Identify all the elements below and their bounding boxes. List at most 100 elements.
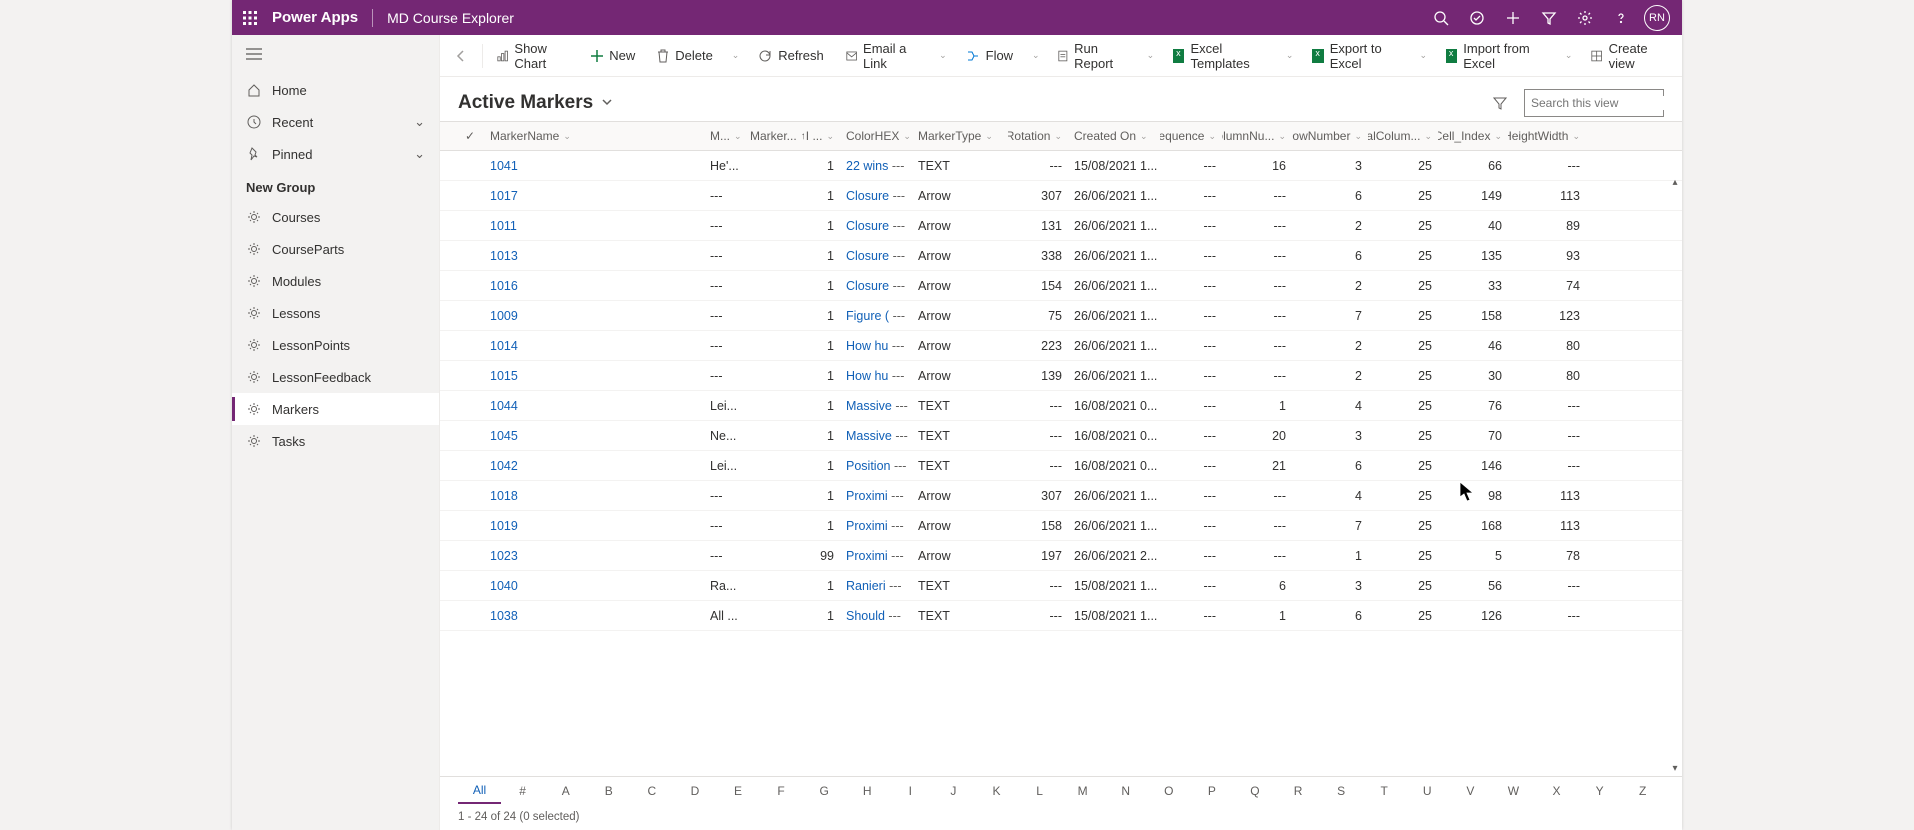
table-row[interactable]: 1009---1Figure ( ---Arrow7526/06/2021 1.… — [440, 301, 1682, 331]
marker-name-link[interactable]: 1040 — [490, 579, 518, 593]
flow-button[interactable]: Flow — [956, 40, 1023, 72]
email-link-button[interactable]: Email a Link — [836, 40, 931, 72]
alpha-filter-c[interactable]: C — [630, 777, 673, 804]
sidebar-item-lessonpoints[interactable]: LessonPoints — [232, 329, 439, 361]
add-icon[interactable] — [1496, 1, 1530, 35]
table-row[interactable]: 1017---1Closure ---Arrow30726/06/2021 1.… — [440, 181, 1682, 211]
show-chart-button[interactable]: Show Chart — [487, 40, 579, 72]
run-report-split[interactable]: ⌄ — [1140, 40, 1161, 72]
refresh-button[interactable]: Refresh — [748, 40, 834, 72]
table-row[interactable]: 1011---1Closure ---Arrow13126/06/2021 1.… — [440, 211, 1682, 241]
nav-pinned[interactable]: Pinned ⌄ — [232, 138, 439, 170]
alpha-filter-v[interactable]: V — [1449, 777, 1492, 804]
alpha-filter-u[interactable]: U — [1406, 777, 1449, 804]
table-row[interactable]: 1016---1Closure ---Arrow15426/06/2021 1.… — [440, 271, 1682, 301]
col-header-createdon[interactable]: Created On⌄ — [1068, 129, 1160, 143]
marker-name-link[interactable]: 1009 — [490, 309, 518, 323]
marker-name-link[interactable]: 1016 — [490, 279, 518, 293]
alpha-filter-j[interactable]: J — [932, 777, 975, 804]
view-selector-chevron[interactable] — [601, 96, 613, 111]
help-icon[interactable] — [1604, 1, 1638, 35]
table-row[interactable]: 1018---1Proximi ---Arrow30726/06/2021 1.… — [440, 481, 1682, 511]
alpha-filter-d[interactable]: D — [673, 777, 716, 804]
marker-name-link[interactable]: 1023 — [490, 549, 518, 563]
alpha-filter-all[interactable]: All — [458, 777, 501, 804]
excel-templates-split[interactable]: ⌄ — [1279, 40, 1300, 72]
alpha-filter-f[interactable]: F — [760, 777, 803, 804]
marker-name-link[interactable]: 1015 — [490, 369, 518, 383]
export-excel-split[interactable]: ⌄ — [1413, 40, 1434, 72]
excel-templates-button[interactable]: Excel Templates — [1163, 40, 1277, 72]
marker-name-link[interactable]: 1019 — [490, 519, 518, 533]
col-header-marker[interactable]: Marker...↑⌄ — [744, 129, 804, 143]
table-row[interactable]: 1023---99Proximi ---Arrow19726/06/2021 2… — [440, 541, 1682, 571]
sidebar-toggle[interactable] — [232, 41, 439, 70]
sidebar-item-markers[interactable]: Markers — [232, 393, 439, 425]
alpha-filter-z[interactable]: Z — [1621, 777, 1664, 804]
table-row[interactable]: 1042Lei...1Position ---TEXT---16/08/2021… — [440, 451, 1682, 481]
col-header-i[interactable]: I ...⌄ — [804, 129, 840, 143]
alpha-filter-o[interactable]: O — [1147, 777, 1190, 804]
delete-split[interactable]: ⌄ — [725, 40, 746, 72]
table-row[interactable]: 1019---1Proximi ---Arrow15826/06/2021 1.… — [440, 511, 1682, 541]
table-row[interactable]: 1014---1How hu ---Arrow22326/06/2021 1..… — [440, 331, 1682, 361]
global-search-icon[interactable] — [1424, 1, 1458, 35]
alpha-filter-x[interactable]: X — [1535, 777, 1578, 804]
sidebar-item-courseparts[interactable]: CourseParts — [232, 233, 439, 265]
marker-name-link[interactable]: 1038 — [490, 609, 518, 623]
new-button[interactable]: New — [581, 40, 645, 72]
export-excel-button[interactable]: Export to Excel — [1302, 40, 1410, 72]
run-report-button[interactable]: Run Report — [1048, 40, 1137, 72]
table-row[interactable]: 1038All ...1Should ---TEXT---15/08/2021 … — [440, 601, 1682, 631]
alpha-filter-h[interactable]: H — [846, 777, 889, 804]
col-header-columnnum[interactable]: ColumnNu...⌄ — [1222, 129, 1292, 143]
table-row[interactable]: 1044Lei...1Massive ---TEXT---16/08/2021 … — [440, 391, 1682, 421]
user-avatar[interactable]: RN — [1640, 1, 1674, 35]
alpha-filter-g[interactable]: G — [803, 777, 846, 804]
sidebar-item-lessons[interactable]: Lessons — [232, 297, 439, 329]
alpha-filter-l[interactable]: L — [1018, 777, 1061, 804]
marker-name-link[interactable]: 1044 — [490, 399, 518, 413]
settings-icon[interactable] — [1568, 1, 1602, 35]
sidebar-item-courses[interactable]: Courses — [232, 201, 439, 233]
marker-name-link[interactable]: 1018 — [490, 489, 518, 503]
marker-name-link[interactable]: 1042 — [490, 459, 518, 473]
import-excel-split[interactable]: ⌄ — [1558, 40, 1579, 72]
flow-split[interactable]: ⌄ — [1025, 40, 1046, 72]
col-header-markername[interactable]: MarkerName⌄ — [484, 129, 704, 143]
import-excel-button[interactable]: Import from Excel — [1436, 40, 1556, 72]
alpha-filter-e[interactable]: E — [716, 777, 759, 804]
search-input[interactable] — [1531, 96, 1682, 110]
alpha-filter-q[interactable]: Q — [1233, 777, 1276, 804]
alpha-filter-b[interactable]: B — [587, 777, 630, 804]
back-button[interactable] — [448, 40, 474, 72]
filter-icon[interactable] — [1532, 1, 1566, 35]
marker-name-link[interactable]: 1017 — [490, 189, 518, 203]
search-box[interactable] — [1524, 89, 1664, 117]
table-row[interactable]: 1013---1Closure ---Arrow33826/06/2021 1.… — [440, 241, 1682, 271]
email-split[interactable]: ⌄ — [932, 40, 953, 72]
col-header-heightwidth[interactable]: HeightWidth⌄ — [1508, 129, 1586, 143]
col-header-sequence[interactable]: Sequence⌄ — [1160, 129, 1222, 143]
view-filter-icon[interactable] — [1486, 89, 1514, 117]
alpha-filter-a[interactable]: A — [544, 777, 587, 804]
table-row[interactable]: 1015---1How hu ---Arrow13926/06/2021 1..… — [440, 361, 1682, 391]
alpha-filter-m[interactable]: M — [1061, 777, 1104, 804]
sidebar-item-tasks[interactable]: Tasks — [232, 425, 439, 457]
alpha-filter-#[interactable]: # — [501, 777, 544, 804]
alpha-filter-n[interactable]: N — [1104, 777, 1147, 804]
nav-home[interactable]: Home — [232, 74, 439, 106]
table-row[interactable]: 1040Ra...1Ranieri ---TEXT---15/08/2021 1… — [440, 571, 1682, 601]
marker-name-link[interactable]: 1014 — [490, 339, 518, 353]
alpha-filter-s[interactable]: S — [1320, 777, 1363, 804]
col-header-rotation[interactable]: Rotation⌄ — [1008, 129, 1068, 143]
col-header-rownumber[interactable]: RowNumber⌄ — [1292, 129, 1368, 143]
sidebar-item-lessonfeedback[interactable]: LessonFeedback — [232, 361, 439, 393]
alpha-filter-k[interactable]: K — [975, 777, 1018, 804]
marker-name-link[interactable]: 1013 — [490, 249, 518, 263]
col-header-m[interactable]: M...⌄ — [704, 129, 744, 143]
table-row[interactable]: 1045Ne...1Massive ---TEXT---16/08/2021 0… — [440, 421, 1682, 451]
nav-recent[interactable]: Recent ⌄ — [232, 106, 439, 138]
table-row[interactable]: 1041He'...122 wins ---TEXT---15/08/2021 … — [440, 151, 1682, 181]
delete-button[interactable]: Delete — [647, 40, 723, 72]
